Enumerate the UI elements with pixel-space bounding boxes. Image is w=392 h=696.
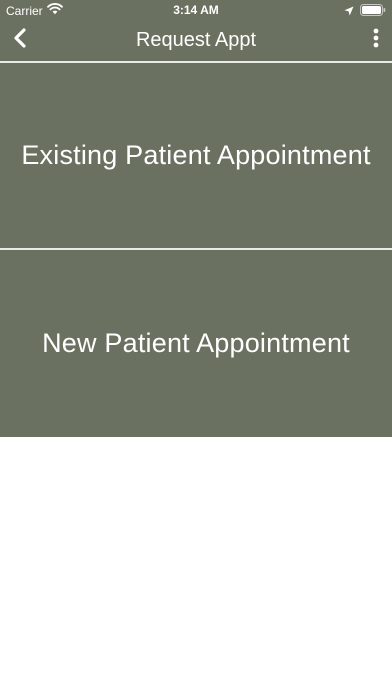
more-vertical-icon — [373, 28, 379, 53]
more-options-button[interactable] — [368, 28, 384, 52]
new-patient-appointment-label: New Patient Appointment — [42, 328, 350, 358]
status-time: 3:14 AM — [173, 3, 219, 17]
status-right — [344, 4, 386, 19]
page-title: Request Appt — [135, 29, 257, 51]
location-arrow-icon — [344, 5, 354, 19]
navigation-bar: Request Appt — [0, 20, 392, 60]
existing-patient-appointment-button[interactable]: Existing Patient Appointment — [0, 63, 392, 248]
new-patient-appointment-button[interactable]: New Patient Appointment — [0, 250, 392, 437]
status-bar: Carrier 3:14 AM — [0, 0, 392, 20]
top-bar: Carrier 3:14 AM Request Appt — [0, 0, 392, 61]
existing-patient-appointment-label: Existing Patient Appointment — [21, 140, 371, 170]
battery-icon — [360, 4, 386, 19]
app-screen: Carrier 3:14 AM Request Appt Existing Pa… — [0, 0, 392, 696]
